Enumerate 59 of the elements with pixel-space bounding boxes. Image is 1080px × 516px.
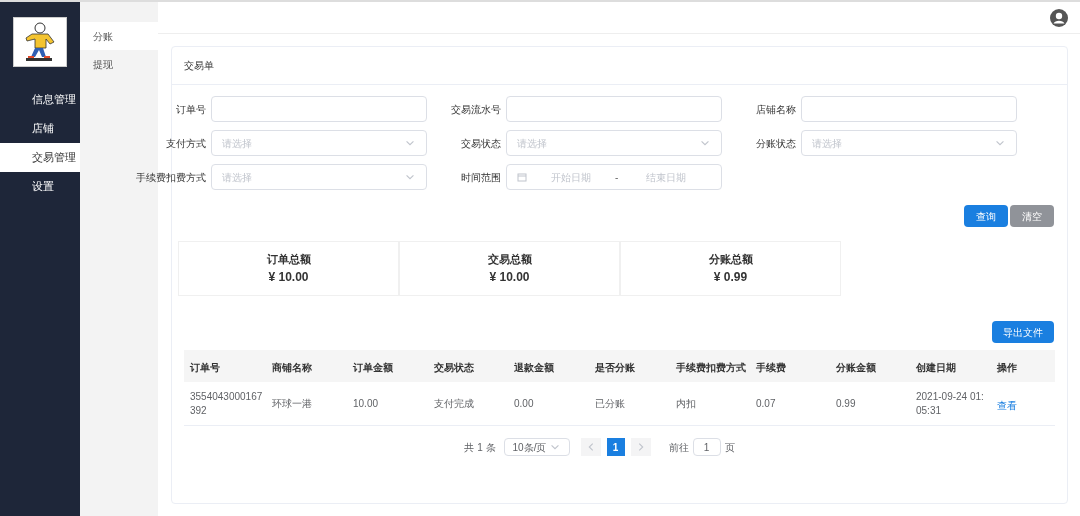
table-cell-text: 0.07	[756, 396, 777, 411]
column-header: 分账金额	[836, 362, 876, 373]
summary-label: 订单总额	[266, 252, 311, 268]
summary-label: 分账总额	[708, 252, 753, 268]
page-size-select[interactable]: 10条/页	[503, 438, 570, 456]
field-label: 时间范围	[460, 170, 501, 185]
table-cell-text: 10.00	[353, 396, 380, 411]
column-header: 手续费	[756, 362, 786, 373]
page-input[interactable]: 1	[692, 438, 721, 456]
table-cell-text: 2021-09-24 01:05:31	[916, 389, 985, 418]
field-label: 支付方式	[165, 136, 206, 151]
field-label: 交易状态	[460, 136, 501, 151]
column-header: 订单金额	[353, 362, 393, 373]
column-header: 商铺名称	[272, 362, 312, 373]
user-avatar-icon[interactable]	[1050, 8, 1068, 27]
table-cell-text: 已分账	[595, 396, 626, 411]
summary-value: ¥ 0.99	[713, 268, 748, 286]
total-count: 共 1 条	[464, 440, 496, 455]
card-title: 交易单	[184, 59, 214, 73]
column-header: 创建日期	[916, 362, 956, 373]
column-header: 交易状态	[434, 362, 474, 373]
submenu-item[interactable]: 分账	[80, 22, 158, 50]
prev-page-button[interactable]	[580, 438, 601, 456]
input-field[interactable]	[801, 96, 1017, 122]
goto-label: 前往	[668, 440, 689, 455]
column-header: 订单号	[190, 362, 220, 373]
field-label: 订单号	[175, 102, 206, 117]
submenu-item[interactable]: 提现	[80, 50, 158, 78]
nav-item[interactable]: 信息管理	[0, 85, 80, 114]
table-cell-text: 内扣	[676, 396, 697, 411]
column-header: 是否分账	[595, 362, 635, 373]
summary-value: ¥ 10.00	[268, 268, 309, 286]
next-page-button[interactable]	[630, 438, 651, 456]
nav-item[interactable]: 设置	[0, 172, 80, 201]
field-label: 交易流水号	[450, 102, 501, 117]
column-header: 操作	[997, 362, 1017, 373]
table-cell-text: 0.00	[514, 396, 535, 411]
summary-value: ¥ 10.00	[489, 268, 530, 286]
export-button[interactable]: 导出文件	[992, 321, 1054, 343]
field-label: 分账状态	[755, 136, 796, 151]
search-button[interactable]: 查询	[964, 205, 1008, 227]
nav-item[interactable]: 交易管理	[0, 143, 80, 172]
goto-suffix: 页	[724, 440, 735, 455]
table-cell-text: 支付完成	[434, 396, 475, 411]
page-button[interactable]: 1	[606, 438, 625, 456]
view-link[interactable]: 查看	[997, 399, 1017, 411]
calendar-icon	[517, 172, 527, 182]
field-label: 店铺名称	[755, 102, 796, 117]
column-header: 手续费扣费方式	[676, 362, 746, 373]
input-field[interactable]	[506, 96, 722, 122]
summary-label: 交易总额	[487, 252, 532, 268]
field-label: 手续费扣费方式	[135, 170, 206, 185]
table-cell-text: 环球一港	[272, 396, 313, 411]
logo-picture-icon	[13, 17, 67, 67]
nav-item[interactable]: 店铺	[0, 114, 80, 143]
input-field[interactable]	[211, 96, 427, 122]
column-header: 退款金额	[514, 362, 554, 373]
table-cell: 3554043000167392	[190, 389, 264, 418]
table-cell-text: 0.99	[836, 396, 857, 411]
